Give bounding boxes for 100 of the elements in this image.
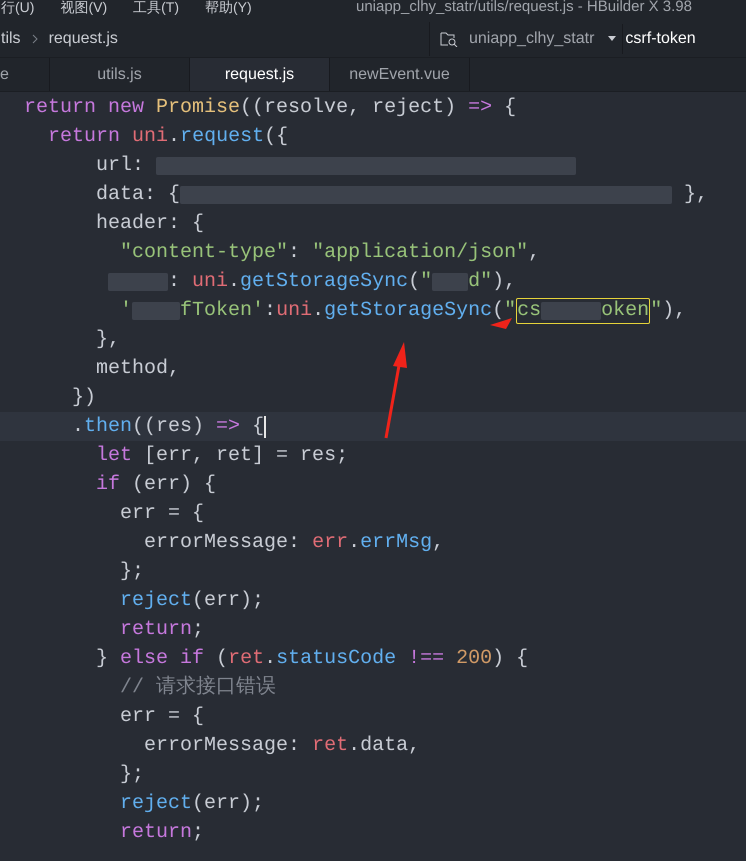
code-token: err = { <box>119 500 204 526</box>
chevron-right-icon <box>30 34 39 44</box>
code-token: uni <box>192 268 228 294</box>
code-token: return <box>47 124 122 150</box>
code-token: return <box>119 616 192 642</box>
breadcrumb-item[interactable]: request.js <box>48 26 118 50</box>
editor-tab[interactable]: e <box>0 58 50 91</box>
code-token: ((resolve, reject) <box>240 94 458 120</box>
code-token: // 请求接口错误 <box>119 674 276 700</box>
code-token: : <box>264 298 276 324</box>
code-token: }; <box>119 762 144 788</box>
code-token: ), <box>662 298 686 324</box>
code-token: url: <box>95 152 146 178</box>
code-token: "content-type" <box>119 240 288 266</box>
code-token: statusCode <box>276 646 398 672</box>
code-token: getStorageSync <box>324 298 492 324</box>
folder-search-icon[interactable] <box>440 30 458 46</box>
code-token: cs <box>517 298 542 322</box>
code-token: data: { <box>95 182 180 208</box>
code-token: !== <box>408 646 446 672</box>
code-token: } <box>95 646 110 672</box>
code-token: method, <box>95 356 180 382</box>
code-token: ), <box>492 268 516 294</box>
code-token: ( <box>492 298 504 324</box>
code-token: reject <box>119 588 192 614</box>
blurred-text <box>108 272 168 290</box>
code-token: ; <box>192 820 204 846</box>
code-token: }, <box>95 326 120 352</box>
code-token: request <box>180 124 264 150</box>
code-token: getStorageSync <box>240 268 408 294</box>
menu-item[interactable]: 工具(T) <box>133 0 179 17</box>
code-token: . <box>348 732 360 758</box>
code-token: (err); <box>192 588 264 614</box>
code-token: ret <box>228 646 264 672</box>
code-token: (err); <box>192 790 264 816</box>
menu-item[interactable]: 行(U) <box>1 0 34 17</box>
blurred-text <box>541 302 602 320</box>
project-name[interactable]: uniapp_clhy_statr <box>469 26 594 50</box>
code-token: }; <box>119 558 144 584</box>
editor-tab[interactable]: request.js <box>190 58 330 91</box>
code-token: { <box>251 414 264 440</box>
code-token: , <box>432 530 444 556</box>
window-title: uniapp_clhy_statr/utils/request.js - HBuilder X 3.98 <box>356 0 692 17</box>
code-token: if <box>95 472 120 498</box>
code-token: : <box>168 268 182 294</box>
blurred-text <box>132 302 180 320</box>
code-token: }, <box>683 182 708 208</box>
code-token: header: { <box>95 210 204 236</box>
code-token: err = { <box>119 704 204 730</box>
code-token: oken <box>601 298 650 322</box>
code-token: errorMessage: <box>143 732 302 758</box>
code-token: ( <box>215 646 228 672</box>
code-token: ) { <box>492 646 528 672</box>
code-token: : <box>288 240 302 266</box>
code-token: }) <box>71 384 96 410</box>
code-token: uni <box>132 124 168 150</box>
code-token: "application/json" <box>312 240 528 266</box>
code-token: return <box>119 820 192 846</box>
code-token: else if <box>120 646 204 672</box>
code-token: . <box>228 268 240 294</box>
menu-item[interactable]: 视图(V) <box>60 0 108 17</box>
menu-item[interactable]: 帮助(Y) <box>205 0 252 17</box>
code-token: data, <box>360 732 420 758</box>
code-token: , <box>528 240 540 266</box>
search-field[interactable]: csrf-token <box>622 24 746 54</box>
code-token: let <box>95 442 132 468</box>
code-token: { <box>503 94 516 120</box>
code-token: ' <box>119 298 132 324</box>
text-cursor <box>264 416 266 438</box>
code-token: [err, ret] = res; <box>143 442 348 468</box>
code-token: then <box>84 414 132 440</box>
code-token: . <box>264 646 276 672</box>
code-token: errorMessage: <box>143 530 302 556</box>
code-token: " <box>504 298 516 324</box>
code-token: " <box>420 268 432 294</box>
caret-down-icon[interactable] <box>608 36 616 42</box>
code-token: " <box>650 298 662 324</box>
code-token: (err) { <box>131 472 216 498</box>
code-token: . <box>312 298 324 324</box>
code-token: ((res) <box>132 414 206 440</box>
code-token: reject <box>119 790 192 816</box>
code-token: => <box>216 414 240 440</box>
code-token: => <box>468 94 492 120</box>
breadcrumb-item[interactable]: tils <box>1 26 21 50</box>
code-token: ret <box>312 732 348 758</box>
code-token: errMsg <box>360 530 432 556</box>
code-token: d" <box>468 268 492 294</box>
code-token: uni <box>276 298 312 324</box>
code-token: fToken' <box>180 298 264 324</box>
code-token: ({ <box>264 124 288 150</box>
code-token: . <box>71 414 84 440</box>
code-token: ; <box>192 616 204 642</box>
code-token: . <box>168 124 180 150</box>
code-token: . <box>348 530 360 556</box>
code-token: err <box>312 530 348 556</box>
code-token: 200 <box>456 646 492 672</box>
blurred-text <box>432 272 468 290</box>
code-token: ( <box>408 268 420 294</box>
code-token: Promise <box>156 94 240 120</box>
code-token: return new <box>23 94 146 120</box>
